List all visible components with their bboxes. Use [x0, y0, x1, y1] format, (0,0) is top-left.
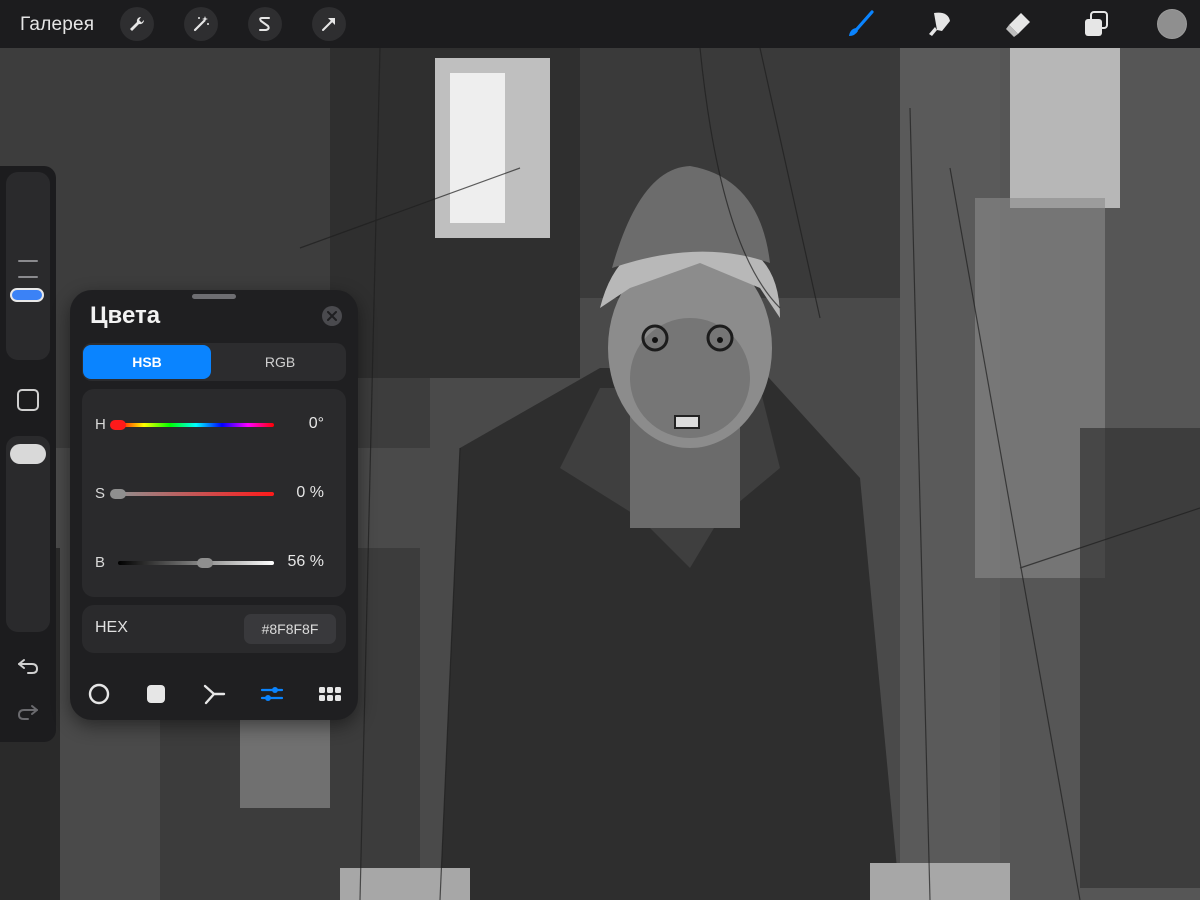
hex-label: HEX	[95, 619, 128, 636]
layers-icon	[1085, 11, 1108, 36]
selection-s-icon	[259, 17, 270, 31]
colors-panel: Цвета HSB RGB H 0° S 0 % B 56 % HEX #8F8…	[70, 290, 358, 720]
values-mode-button[interactable]	[260, 682, 284, 706]
harmony-mode-icon	[203, 684, 226, 705]
eraser-icon	[1006, 13, 1030, 37]
adjustments-button[interactable]	[184, 7, 218, 41]
brush-icon	[849, 10, 874, 36]
transform-arrow-icon	[322, 18, 335, 31]
modify-button[interactable]	[17, 389, 39, 411]
undo-arrow-icon[interactable]	[16, 654, 40, 678]
eraser-tool-button[interactable]	[1000, 6, 1036, 42]
hue-value: 0°	[308, 415, 324, 432]
tab-rgb[interactable]: RGB	[216, 345, 344, 379]
saturation-slider[interactable]	[118, 492, 274, 496]
opacity-slider[interactable]	[6, 436, 50, 632]
smudge-icon	[929, 12, 950, 36]
tab-hsb[interactable]: HSB	[83, 345, 211, 379]
redo-arrow-icon[interactable]	[16, 700, 40, 724]
magic-wand-icon	[193, 16, 209, 32]
close-button[interactable]	[322, 306, 342, 326]
saturation-label: S	[95, 485, 106, 502]
classic-mode-button[interactable]	[144, 682, 168, 706]
color-model-tabs: HSB RGB	[82, 343, 346, 381]
saturation-thumb[interactable]	[110, 489, 126, 499]
paint-tool-button[interactable]	[842, 6, 878, 42]
size-tick	[18, 276, 38, 278]
selection-button[interactable]	[248, 7, 282, 41]
disc-mode-icon	[88, 683, 110, 705]
left-sidebar	[0, 166, 56, 742]
brightness-value: 56 %	[287, 553, 324, 570]
hue-label: H	[95, 416, 106, 433]
layers-button[interactable]	[1078, 6, 1114, 42]
gallery-button[interactable]: Галерея	[20, 14, 94, 36]
brightness-label: B	[95, 554, 106, 571]
panel-title: Цвета	[90, 302, 161, 329]
current-color-button[interactable]	[1157, 9, 1187, 39]
disc-mode-button[interactable]	[87, 682, 111, 706]
transform-button[interactable]	[312, 7, 346, 41]
panel-grabber[interactable]	[192, 294, 236, 299]
hex-row: HEX #8F8F8F	[82, 605, 346, 653]
hex-input[interactable]: #8F8F8F	[244, 614, 336, 644]
size-tick	[18, 260, 38, 262]
top-toolbar: Галерея	[0, 0, 1200, 48]
values-mode-icon	[260, 687, 284, 701]
hue-thumb[interactable]	[110, 420, 126, 430]
smudge-tool-button[interactable]	[921, 6, 957, 42]
palettes-mode-icon	[319, 687, 341, 701]
brush-size-thumb[interactable]	[10, 288, 44, 302]
close-icon	[327, 311, 337, 321]
brightness-thumb[interactable]	[197, 558, 214, 568]
brightness-slider[interactable]	[118, 561, 274, 565]
saturation-value: 0 %	[296, 484, 324, 501]
wrench-icon	[130, 16, 145, 31]
hsb-sliders: H 0° S 0 % B 56 %	[82, 389, 346, 597]
actions-button[interactable]	[120, 7, 154, 41]
brush-size-slider[interactable]	[6, 172, 50, 360]
hue-slider[interactable]	[118, 423, 274, 427]
harmony-mode-button[interactable]	[202, 682, 226, 706]
opacity-thumb[interactable]	[10, 444, 46, 464]
classic-mode-icon	[147, 685, 165, 703]
palettes-mode-button[interactable]	[318, 682, 342, 706]
